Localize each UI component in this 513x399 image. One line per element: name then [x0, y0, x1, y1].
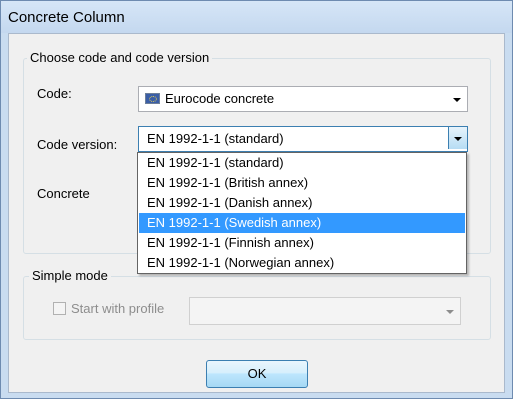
dialog-window: Concrete Column Choose code and code ver…	[0, 0, 513, 399]
chevron-down-icon	[446, 310, 454, 314]
title-bar[interactable]: Concrete Column	[1, 1, 512, 33]
dropdown-item[interactable]: EN 1992-1-1 (Danish annex)	[139, 193, 465, 213]
dropdown-item[interactable]: EN 1992-1-1 (British annex)	[139, 173, 465, 193]
start-with-profile-checkbox[interactable]	[53, 302, 66, 315]
chevron-down-icon	[454, 137, 462, 141]
simple-mode-label: Simple mode	[29, 268, 111, 283]
dropdown-item[interactable]: EN 1992-1-1 (standard)	[139, 153, 465, 173]
window-title: Concrete Column	[8, 9, 125, 26]
code-version-label: Code version:	[37, 137, 118, 152]
dropdown-item-highlighted[interactable]: EN 1992-1-1 (Swedish annex)	[139, 213, 465, 233]
code-version-value: EN 1992-1-1 (standard)	[147, 131, 284, 146]
code-version-dropdown-button[interactable]	[448, 127, 467, 149]
code-version-combobox[interactable]: EN 1992-1-1 (standard)	[138, 126, 468, 152]
eu-flag-icon	[145, 93, 160, 104]
dropdown-item[interactable]: EN 1992-1-1 (Finnish annex)	[139, 233, 465, 253]
chevron-down-icon	[453, 98, 461, 102]
code-combobox[interactable]: Eurocode concrete	[138, 86, 468, 112]
concrete-label: Concrete	[37, 186, 90, 201]
profile-combobox[interactable]	[189, 297, 461, 325]
code-group-label: Choose code and code version	[27, 50, 213, 65]
ok-button[interactable]: OK	[206, 360, 308, 388]
code-version-dropdown-list: EN 1992-1-1 (standard) EN 1992-1-1 (Brit…	[137, 152, 467, 274]
code-label: Code:	[37, 86, 72, 101]
code-combobox-value: Eurocode concrete	[165, 91, 275, 106]
dropdown-item[interactable]: EN 1992-1-1 (Norwegian annex)	[139, 253, 465, 273]
start-with-profile-label: Start with profile	[71, 301, 165, 316]
